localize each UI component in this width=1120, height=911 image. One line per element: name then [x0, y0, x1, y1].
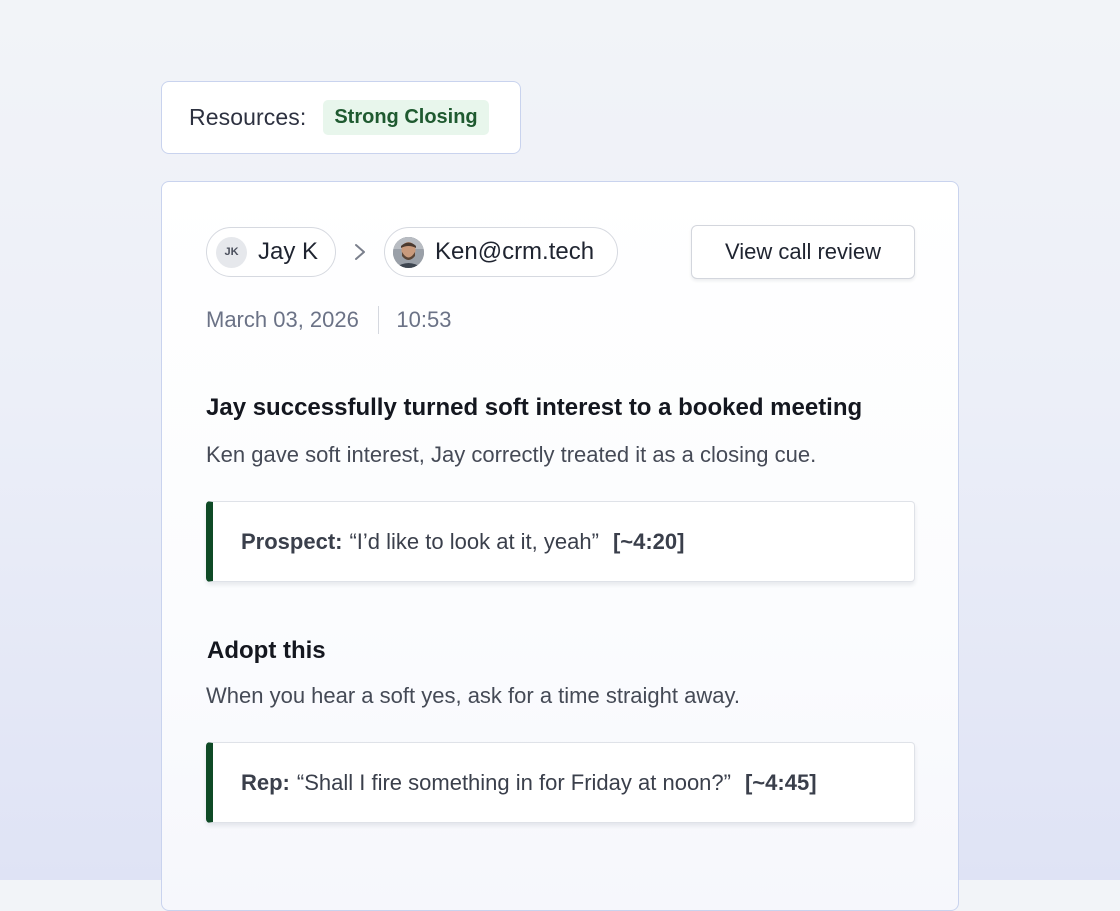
rep-quote: Rep: “Shall I fire something in for Frid… — [206, 742, 915, 823]
meta-divider — [377, 306, 380, 334]
caller-avatar: JK — [216, 236, 247, 268]
quote-speaker: Prospect: — [241, 528, 343, 554]
recipient-email: Ken@crm.tech — [435, 238, 595, 265]
view-call-review-button[interactable]: View call review — [691, 225, 915, 279]
resources-label: Resources: — [189, 104, 307, 130]
recipient-chip[interactable]: Ken@crm.tech — [384, 227, 618, 277]
quote-text: “Shall I fire something in for Friday at… — [296, 769, 731, 795]
adopt-description: When you hear a soft yes, ask for a time… — [206, 683, 740, 708]
recipient-avatar-photo — [393, 236, 424, 268]
quote-speaker: Rep: — [241, 769, 290, 795]
quote-text: “I’d like to look at it, yeah” — [349, 528, 599, 554]
adopt-title: Adopt this — [207, 637, 326, 664]
resources-bar: Resources: Strong Closing — [161, 81, 521, 154]
caller-chip[interactable]: JK Jay K — [206, 227, 336, 277]
insight-description: Ken gave soft interest, Jay correctly tr… — [206, 442, 817, 467]
caller-name: Jay K — [258, 238, 319, 265]
chevron-right-icon — [355, 244, 365, 260]
quote-timestamp[interactable]: [~4:20] — [613, 529, 685, 555]
call-insight-card: JK Jay K Ken@crm.tech View call review M… — [161, 181, 959, 911]
call-meta: March 03, 2026 10:53 — [206, 306, 451, 334]
quote-timestamp[interactable]: [~4:45] — [745, 770, 817, 796]
resource-tag-strong-closing[interactable]: Strong Closing — [323, 100, 489, 135]
insight-headline: Jay successfully turned soft interest to… — [206, 394, 863, 421]
call-time: 10:53 — [396, 307, 452, 332]
call-date: March 03, 2026 — [206, 307, 359, 332]
prospect-quote: Prospect: “I’d like to look at it, yeah”… — [206, 501, 915, 582]
